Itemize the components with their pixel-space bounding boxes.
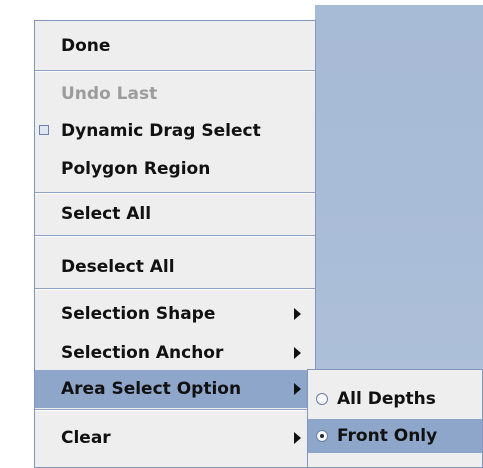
submenu-item-label: Front Only [337, 426, 438, 446]
menu-item-done[interactable]: Done [35, 27, 315, 65]
menu-item-label: Polygon Region [61, 159, 211, 179]
menu-item-label: Undo Last [61, 84, 158, 104]
menu-item-label: Select All [61, 204, 152, 224]
menu-item-label: Done [61, 36, 111, 56]
context-menu: Done Undo Last Dynamic Drag Select Polyg… [34, 20, 316, 468]
submenu-item-front-only[interactable]: Front Only [308, 419, 482, 453]
menu-separator [35, 235, 315, 237]
area-select-submenu: All Depths Front Only [307, 369, 483, 468]
menu-separator [35, 192, 315, 194]
chevron-right-icon [294, 308, 301, 320]
menu-item-selection-shape[interactable]: Selection Shape [35, 295, 315, 333]
menu-item-select-all[interactable]: Select All [35, 195, 315, 233]
menu-item-label: Selection Anchor [61, 343, 224, 363]
menu-item-label: Clear [61, 428, 111, 448]
submenu-item-all-depths[interactable]: All Depths [308, 382, 482, 416]
menu-item-dynamic-drag-select[interactable]: Dynamic Drag Select [35, 112, 315, 150]
menu-item-label: Deselect All [61, 257, 175, 277]
menu-separator [35, 288, 315, 290]
radio-selected-icon[interactable] [316, 430, 328, 442]
menu-item-label: Selection Shape [61, 304, 216, 324]
submenu-item-label: All Depths [337, 389, 436, 409]
menu-item-polygon-region[interactable]: Polygon Region [35, 150, 315, 188]
menu-item-label: Dynamic Drag Select [61, 121, 261, 141]
menu-item-area-select-option[interactable]: Area Select Option [35, 370, 315, 408]
chevron-right-icon [294, 432, 301, 444]
menu-item-deselect-all[interactable]: Deselect All [35, 248, 315, 286]
radio-unselected-icon[interactable] [316, 393, 328, 405]
menu-item-clear[interactable]: Clear [35, 419, 315, 457]
chevron-right-icon [294, 347, 301, 359]
chevron-right-icon [294, 383, 301, 395]
menu-item-undo-last: Undo Last [35, 75, 315, 113]
menu-separator [35, 70, 315, 72]
checkbox-unchecked-icon[interactable] [39, 125, 49, 135]
menu-separator [35, 409, 315, 411]
menu-item-label: Area Select Option [61, 379, 242, 399]
menu-item-selection-anchor[interactable]: Selection Anchor [35, 334, 315, 372]
